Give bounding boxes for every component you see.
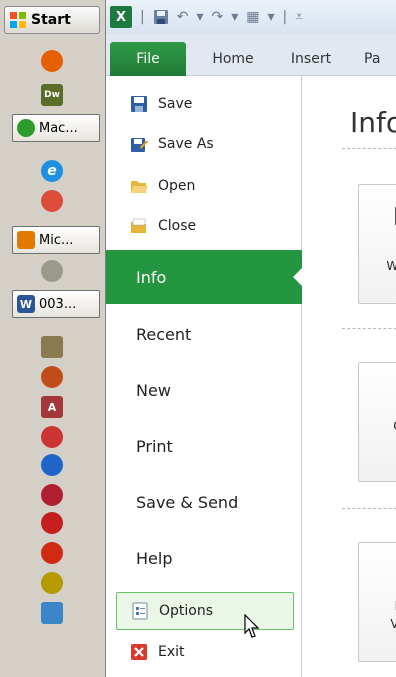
excel-app-icon[interactable]: X (110, 6, 132, 28)
tab-page-layout[interactable]: Pa (364, 42, 396, 76)
ie-icon[interactable]: e (41, 160, 63, 182)
card-label: Wo (386, 259, 396, 273)
firefox-icon[interactable] (41, 50, 63, 72)
menu-item-exit[interactable]: Exit (116, 634, 292, 670)
flash-icon[interactable] (41, 542, 63, 564)
separator: | (282, 9, 288, 25)
chrome-icon[interactable] (41, 190, 63, 212)
opera-icon[interactable] (41, 484, 63, 506)
save-as-icon (131, 138, 148, 152)
menu-item-label: Save (158, 96, 193, 112)
quick-access-toolbar: X | ↶ ▾ ↷ ▾ ▦ ▾ | ⩡ (106, 0, 396, 34)
protect-workbook-button[interactable]: P Wo (358, 184, 396, 304)
task-label: Mic... (39, 232, 74, 248)
menu-item-save-send[interactable]: Save & Send (116, 482, 302, 522)
backstage-menu: Save Save As Open Close Info Recent New … (106, 76, 303, 677)
open-folder-icon (131, 181, 148, 193)
close-folder-icon (131, 218, 146, 233)
undo-icon[interactable]: ↶ (177, 9, 189, 25)
menu-item-label: Open (158, 178, 196, 194)
app-icon-red[interactable] (41, 426, 63, 448)
chevron-down-icon[interactable]: ▾ (267, 9, 274, 25)
menu-item-open[interactable]: Open (116, 168, 292, 204)
dreamweaver-cs-icon (17, 119, 35, 137)
card-label: Ve (390, 617, 396, 631)
recycle-bin-icon[interactable] (41, 602, 63, 624)
task-label: Mac... (39, 120, 78, 136)
table-icon[interactable]: ▦ (246, 9, 259, 25)
word-icon: W (17, 295, 35, 313)
chevron-down-icon[interactable]: ▾ (196, 9, 203, 25)
chevron-down-icon[interactable]: ▾ (231, 9, 238, 25)
menu-item-recent[interactable]: Recent (116, 314, 302, 354)
windows-taskbar: Start Dw Mac... e Mic... W 003... A (0, 0, 106, 677)
menu-item-save[interactable]: Save (116, 86, 292, 122)
tab-insert[interactable]: Insert (280, 42, 342, 76)
page-title: Info (350, 106, 396, 139)
redo-icon[interactable]: ↷ (211, 9, 223, 25)
taskbar-task-microsoft[interactable]: Mic... (12, 226, 100, 254)
customize-qat-icon[interactable]: ⩡ (295, 9, 303, 25)
save-icon (131, 96, 147, 112)
manage-versions-button[interactable]: M Ve (358, 542, 396, 662)
exit-icon (131, 644, 147, 660)
ribbon-tab-bar: File Home Insert Pa (106, 34, 396, 76)
menu-item-options[interactable]: Options (116, 592, 294, 630)
info-pane: Info P Wo Cl I M Ve (302, 76, 396, 677)
menu-item-print[interactable]: Print (116, 426, 302, 466)
menu-item-label: Options (159, 603, 214, 619)
start-button[interactable]: Start (4, 6, 100, 34)
network-icon[interactable] (41, 512, 63, 534)
menu-item-save-as[interactable]: Save As (116, 126, 292, 162)
app-icon-gray[interactable] (41, 260, 63, 282)
menu-item-help[interactable]: Help (116, 538, 302, 578)
matlab-icon[interactable] (41, 366, 63, 388)
divider (342, 508, 396, 509)
taskbar-task-macromedia[interactable]: Mac... (12, 114, 100, 142)
menu-item-close[interactable]: Close (116, 208, 292, 244)
office-icon (17, 231, 35, 249)
menu-item-new[interactable]: New (116, 370, 302, 410)
taskbar-task-word[interactable]: W 003... (12, 290, 100, 318)
save-icon[interactable] (153, 9, 169, 25)
menu-item-label: Exit (158, 644, 185, 660)
menu-item-info[interactable]: Info (106, 250, 303, 304)
check-issues-button[interactable]: Cl I (358, 362, 396, 482)
sync-icon[interactable] (41, 454, 63, 476)
tab-home[interactable]: Home (202, 42, 264, 76)
start-label: Start (31, 12, 71, 28)
bookmark-icon[interactable] (41, 336, 63, 358)
task-label: 003... (39, 296, 77, 312)
separator: | (140, 9, 145, 25)
options-icon (132, 602, 148, 620)
access-icon[interactable]: A (41, 396, 63, 418)
menu-item-label: Info (136, 267, 167, 287)
tab-file[interactable]: File (110, 42, 186, 76)
divider (342, 328, 396, 329)
menu-item-label: Close (158, 218, 197, 234)
menu-item-label: Save As (158, 136, 214, 152)
divider (342, 148, 396, 149)
windows-logo-icon (10, 12, 26, 28)
fluent-icon[interactable] (41, 572, 63, 594)
dreamweaver-icon[interactable]: Dw (41, 84, 63, 106)
mouse-cursor-icon (244, 614, 260, 638)
